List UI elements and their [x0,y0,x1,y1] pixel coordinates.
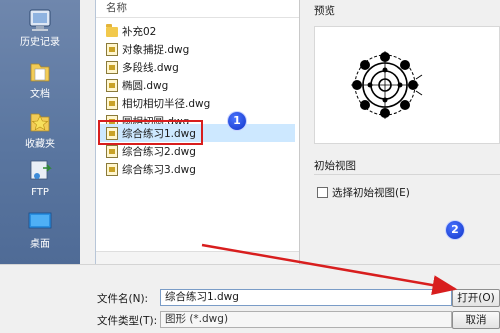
places-bar: 历史记录 文档 收藏夹 FTP 桌面 [0,0,80,264]
dwg-file-icon [106,162,118,176]
filetype-label: 文件类型(T): [97,315,158,327]
dwg-file-icon [106,42,118,56]
file-name: 多段线.dwg [122,61,179,74]
dwg-file-icon [106,144,118,158]
filename-input[interactable]: 综合练习1.dwg [160,289,452,306]
favorites-star-icon [25,108,55,136]
dwg-file-icon [106,96,118,110]
list-item[interactable]: 多段线.dwg [99,58,295,76]
divider [314,174,500,175]
open-button[interactable]: 打开(O) [452,289,500,307]
file-name: 综合练习3.dwg [122,163,196,176]
desktop-icon [25,208,55,236]
list-item[interactable]: 相切相切半径.dwg [99,94,295,112]
folder-icon [106,24,118,37]
place-label: 桌面 [30,239,50,250]
filetype-select[interactable]: 图形 (*.dwg) [160,311,452,328]
list-item[interactable]: 综合练习3.dwg [99,160,295,178]
dwg-file-icon [106,78,118,92]
file-name: 补充02 [122,25,157,38]
place-documents[interactable]: 文档 [0,58,80,101]
drawing-preview-icon [351,51,423,119]
preview-image [314,26,500,144]
checkbox-label: 选择初始视图(E) [332,187,410,199]
list-item[interactable]: 椭圆.dwg [99,76,295,94]
documents-icon [25,58,55,86]
initial-view-label: 初始视图 [314,160,356,172]
place-desktop[interactable]: 桌面 [0,208,80,251]
cancel-button[interactable]: 取消 [452,311,500,329]
list-item[interactable]: 补充02 [99,22,295,40]
preview-label: 预览 [314,5,335,17]
place-label: 历史记录 [20,37,60,48]
file-name: 综合练习2.dwg [122,145,196,158]
file-name: 相切相切半径.dwg [122,97,211,110]
step-badge-1: 1 [228,112,246,130]
place-favorites[interactable]: 收藏夹 [0,108,80,151]
file-name: 椭圆.dwg [122,79,169,92]
ftp-icon [25,156,55,184]
bottom-panel: 文件名(N): 综合练习1.dwg 文件类型(T): 图形 (*.dwg) 打开… [0,264,500,333]
checkbox-icon[interactable] [317,187,328,198]
history-icon [25,6,55,34]
select-initial-view-checkbox[interactable]: 选择初始视图(E) [317,185,410,200]
preview-pane: 预览 初始视图 选择初始视图(E) [302,0,500,264]
filename-label: 文件名(N): [97,293,149,305]
place-label: FTP [31,187,49,198]
place-label: 文档 [30,89,50,100]
selection-highlight-box [98,120,203,145]
list-item[interactable]: 对象捕捉.dwg [99,40,295,58]
column-header-name[interactable]: 名称 [96,0,299,18]
place-history[interactable]: 历史记录 [0,6,80,49]
place-label: 收藏夹 [25,139,55,150]
step-badge-2: 2 [446,221,464,239]
horizontal-scrollbar[interactable] [96,251,299,264]
place-ftp[interactable]: FTP [0,156,80,199]
file-name: 对象捕捉.dwg [122,43,190,56]
dwg-file-icon [106,60,118,74]
